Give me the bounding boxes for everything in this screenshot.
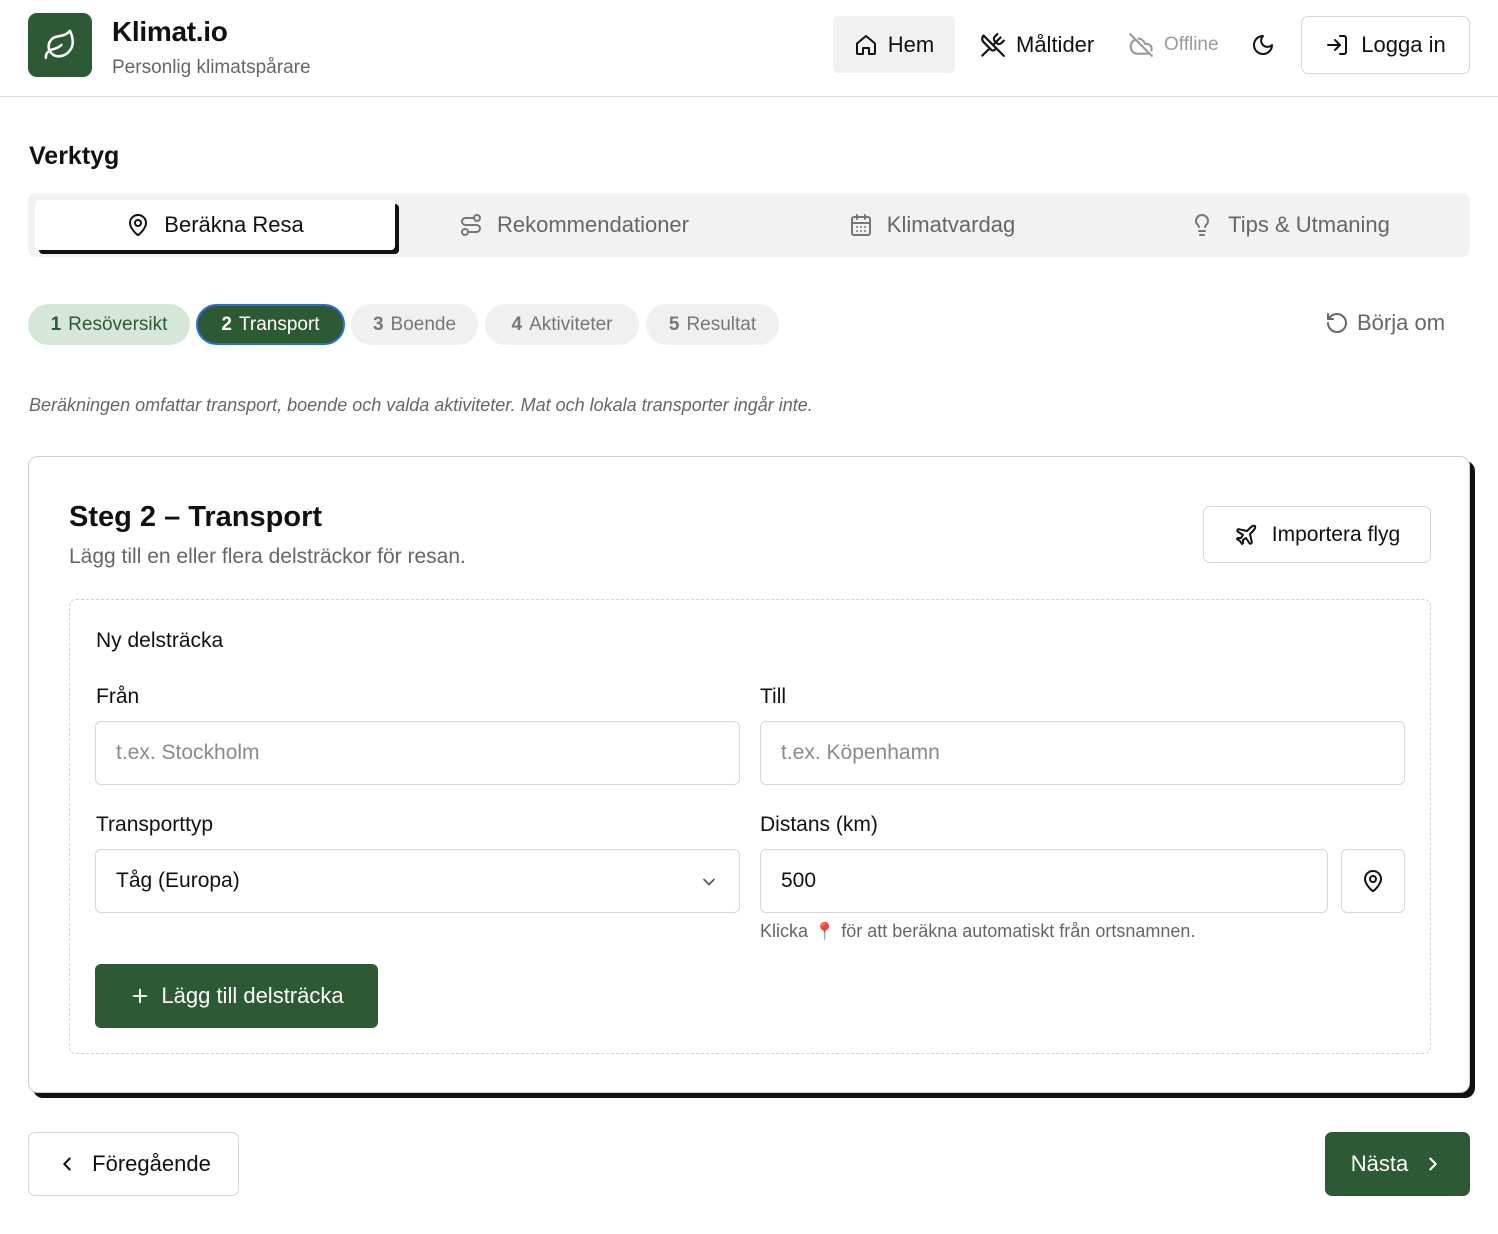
plus-icon: [129, 985, 151, 1007]
step-accommodation[interactable]: 3 Boende: [351, 304, 478, 345]
tab-tips-challenge[interactable]: Tips & Utmaning: [1111, 200, 1469, 250]
offline-status: Offline: [1128, 16, 1219, 73]
app-subtitle: Personlig klimatspårare: [112, 57, 311, 78]
step-label: Resultat: [686, 313, 757, 335]
to-label: Till: [760, 685, 787, 708]
import-flight-button[interactable]: Importera flyg: [1203, 506, 1431, 563]
to-input[interactable]: t.ex. Köpenhamn: [760, 721, 1405, 785]
lightbulb-icon: [1190, 213, 1214, 237]
login-button[interactable]: Logga in: [1301, 16, 1470, 74]
add-leg-label: Lägg till delsträcka: [161, 983, 344, 1008]
distance-value: 500: [781, 869, 817, 892]
distance-input[interactable]: 500: [760, 849, 1328, 913]
restart-button[interactable]: Börja om: [1325, 310, 1445, 336]
tab-calculate-trip[interactable]: Beräkna Resa: [35, 200, 395, 250]
step-number: 5: [668, 313, 680, 335]
add-leg-button[interactable]: Lägg till delsträcka: [95, 964, 378, 1028]
step-trip-overview[interactable]: 1 Resöversikt: [28, 304, 190, 345]
tab-label: Tips & Utmaning: [1228, 212, 1390, 237]
tab-label: Klimatvardag: [886, 212, 1016, 237]
tools-title: Verktyg: [29, 142, 120, 170]
chevron-right-icon: [1422, 1153, 1444, 1175]
distance-label: Distans (km): [760, 813, 878, 836]
from-input[interactable]: t.ex. Stockholm: [95, 721, 740, 785]
route-icon: [459, 213, 483, 237]
log-in-icon: [1325, 33, 1349, 57]
to-placeholder: t.ex. Köpenhamn: [781, 741, 940, 764]
step-number: 4: [511, 313, 523, 335]
auto-distance-button[interactable]: [1341, 849, 1405, 913]
transport-type-label: Transporttyp: [96, 813, 214, 836]
scope-note: Beräkningen omfattar transport, boende o…: [29, 395, 813, 415]
transport-type-select[interactable]: Tåg (Europa): [95, 849, 740, 913]
login-label: Logga in: [1361, 32, 1446, 57]
chevron-down-icon: [699, 872, 719, 892]
tab-recommendations[interactable]: Rekommendationer: [395, 200, 753, 250]
app-header: Klimat.io Personlig klimatspårare Hem Må…: [0, 0, 1498, 97]
tab-label: Rekommendationer: [497, 212, 689, 237]
restart-label: Börja om: [1357, 310, 1446, 335]
step-label: Transport: [238, 313, 320, 335]
hint-text-after: för att beräkna automatiskt från ortsnam…: [841, 921, 1196, 941]
step-activities[interactable]: 4 Aktiviteter: [485, 304, 639, 345]
rotate-ccw-icon: [1325, 311, 1349, 335]
tab-climate-everyday[interactable]: Klimatvardag: [753, 200, 1111, 250]
leaf-logo-icon[interactable]: [28, 13, 92, 77]
step-label: Boende: [390, 313, 457, 335]
map-pin-icon: [126, 213, 150, 237]
app-title: Klimat.io: [112, 16, 228, 47]
next-label: Nästa: [1350, 1151, 1409, 1176]
step-number: 3: [372, 313, 384, 335]
step-number: 1: [50, 313, 62, 335]
plane-icon: [1234, 523, 1258, 547]
card-subtitle: Lägg till en eller flera delsträckor för…: [69, 545, 466, 568]
previous-label: Föregående: [92, 1151, 211, 1176]
next-button[interactable]: Nästa: [1325, 1132, 1470, 1196]
nav-meals[interactable]: Måltider: [980, 16, 1094, 73]
utensils-crossed-icon: [980, 32, 1006, 58]
previous-button[interactable]: Föregående: [28, 1132, 239, 1196]
nav-home[interactable]: Hem: [833, 16, 955, 73]
chevron-left-icon: [56, 1153, 78, 1175]
cloud-off-icon: [1128, 32, 1154, 58]
nav-meals-label: Måltider: [1016, 31, 1095, 57]
moon-icon: [1251, 33, 1275, 57]
map-pin-icon: [1361, 869, 1385, 893]
step-label: Resöversikt: [68, 313, 168, 335]
tab-label: Beräkna Resa: [164, 212, 304, 237]
distance-hint: Klicka 📍 för att beräkna automatiskt frå…: [760, 921, 1195, 942]
from-label: Från: [96, 685, 140, 708]
tools-tabs: Beräkna Resa Rekommendationer Klimatvard…: [28, 193, 1470, 257]
import-flight-label: Importera flyg: [1271, 522, 1401, 546]
from-placeholder: t.ex. Stockholm: [116, 741, 260, 764]
step-result[interactable]: 5 Resultat: [646, 304, 779, 345]
step-number: 2: [221, 313, 232, 335]
nav-home-label: Hem: [887, 31, 935, 57]
home-icon: [854, 33, 878, 57]
transport-card: Steg 2 – Transport Lägg till en eller fl…: [28, 456, 1470, 1093]
new-leg-form: Ny delsträcka Från t.ex. Stockholm Till …: [69, 599, 1431, 1054]
red-pin-icon: 📍: [814, 921, 836, 941]
step-transport[interactable]: 2 Transport: [196, 304, 345, 345]
calendar-icon: [849, 213, 873, 237]
hint-text-before: Klicka: [760, 921, 809, 941]
new-leg-title: Ny delsträcka: [96, 629, 224, 652]
transport-type-value: Tåg (Europa): [116, 869, 240, 892]
theme-toggle[interactable]: [1250, 16, 1276, 73]
offline-label: Offline: [1164, 33, 1219, 55]
card-title: Steg 2 – Transport: [69, 501, 323, 533]
step-label: Aktiviteter: [529, 313, 613, 335]
